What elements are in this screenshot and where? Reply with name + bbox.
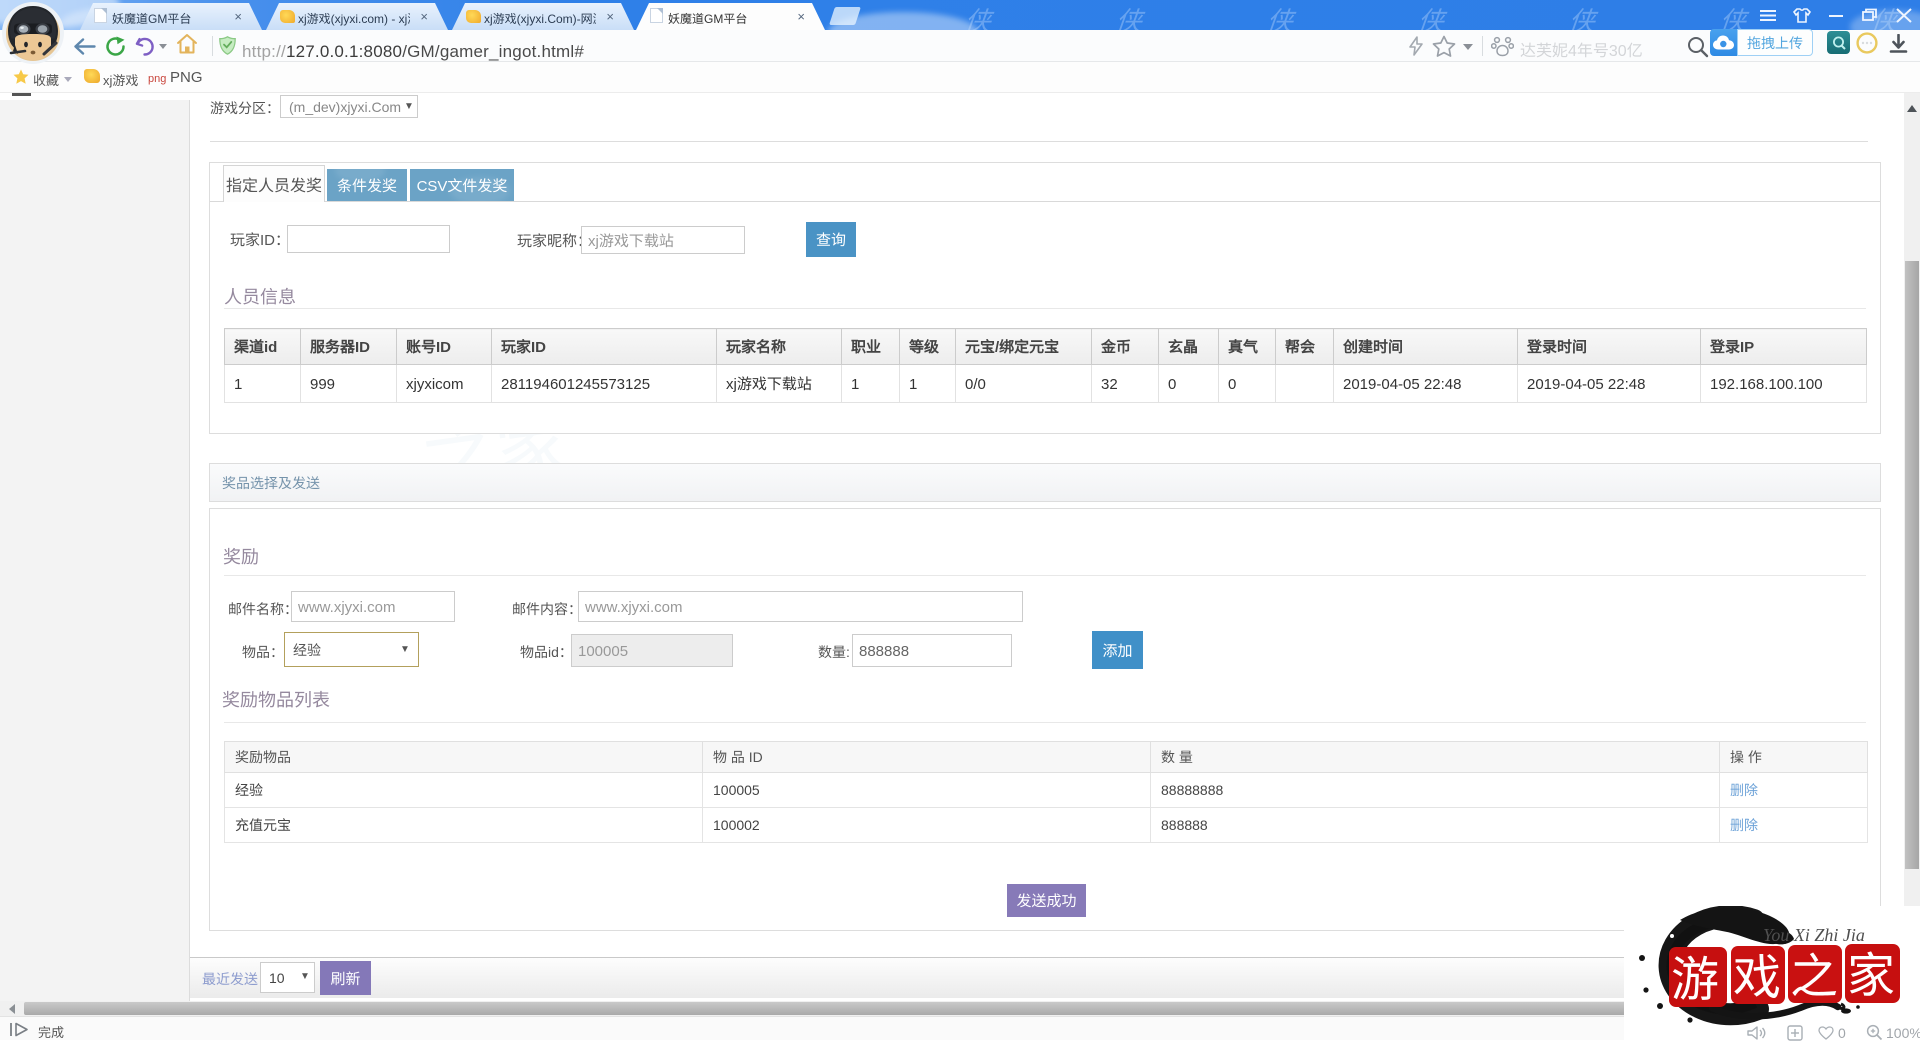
svg-text:戏: 戏 [1733, 938, 1781, 1008]
svg-text:家: 家 [1847, 936, 1895, 1006]
svg-text:游: 游 [1671, 940, 1719, 1010]
svg-text:之: 之 [1790, 937, 1838, 1007]
